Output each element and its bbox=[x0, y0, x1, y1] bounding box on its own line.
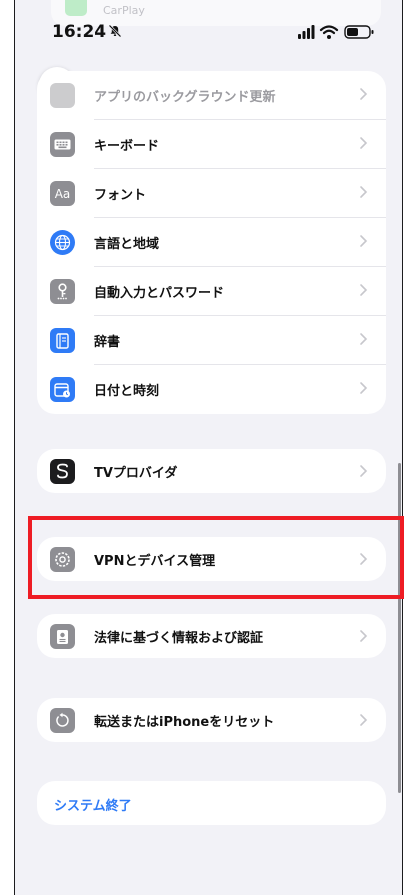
list-item-date-time[interactable]: 日付と時刻 bbox=[37, 365, 386, 414]
chevron-right-icon bbox=[360, 630, 368, 642]
legal-document-icon bbox=[50, 624, 75, 649]
font-icon: Aa bbox=[50, 181, 75, 206]
shut-down-label: システム終了 bbox=[54, 799, 132, 814]
list-item-label: 自動入力とパスワード bbox=[94, 286, 225, 301]
list-item-label: アプリのバックグラウンド更新 bbox=[94, 90, 276, 105]
scrollbar[interactable] bbox=[398, 463, 401, 793]
list-item-dictionary[interactable]: 辞書 bbox=[37, 316, 386, 365]
book-icon bbox=[50, 328, 75, 353]
bell-slash-icon bbox=[108, 24, 122, 38]
list-item-fonts[interactable]: Aa フォント bbox=[37, 169, 386, 218]
list-item-label: キーボード bbox=[94, 139, 160, 154]
chevron-right-icon bbox=[360, 235, 368, 247]
phone-screen: CarPlay 16:24 アプリのバックグラウンド更新 キーボード Aa フォ… bbox=[14, 0, 403, 895]
cellular-signal-icon bbox=[298, 25, 315, 39]
calendar-clock-icon bbox=[50, 377, 75, 402]
shut-down-button[interactable]: システム終了 bbox=[37, 781, 386, 825]
list-item-tv-provider[interactable]: TVプロバイダ bbox=[37, 449, 386, 493]
list-item-language-region[interactable]: 言語と地域 bbox=[37, 218, 386, 267]
keyboard-icon bbox=[50, 132, 75, 157]
chevron-right-icon bbox=[360, 382, 368, 394]
refresh-icon bbox=[50, 83, 75, 108]
list-item-label: 転送またはiPhoneをリセット bbox=[94, 715, 275, 730]
chevron-right-icon bbox=[360, 88, 368, 100]
list-item-label: 辞書 bbox=[94, 335, 121, 350]
chevron-right-icon bbox=[360, 714, 368, 726]
tv-provider-icon bbox=[50, 459, 75, 484]
chevron-right-icon bbox=[360, 333, 368, 345]
wifi-icon bbox=[319, 25, 339, 39]
settings-group-main: アプリのバックグラウンド更新 キーボード Aa フォント 言語と地域 自動入力と… bbox=[37, 71, 386, 414]
key-icon bbox=[50, 279, 75, 304]
list-item-autofill-passwords[interactable]: 自動入力とパスワード bbox=[37, 267, 386, 316]
list-item-background-refresh[interactable]: アプリのバックグラウンド更新 bbox=[37, 71, 386, 120]
font-icon-text: Aa bbox=[54, 186, 71, 201]
status-icons bbox=[298, 25, 374, 39]
chevron-right-icon bbox=[360, 465, 368, 477]
chevron-right-icon bbox=[360, 186, 368, 198]
settings-group-tv-provider: TVプロバイダ bbox=[37, 449, 386, 493]
highlight-annotation-box bbox=[28, 516, 404, 599]
list-item-label: 言語と地域 bbox=[94, 237, 160, 252]
reset-icon bbox=[50, 708, 75, 733]
settings-group-legal: 法律に基づく情報および認証 bbox=[37, 614, 386, 658]
status-time: 16:24 bbox=[52, 22, 107, 42]
globe-icon bbox=[50, 230, 75, 255]
chevron-right-icon bbox=[360, 284, 368, 296]
list-item-label: 法律に基づく情報および認証 bbox=[94, 631, 264, 646]
list-item-label: フォント bbox=[94, 188, 147, 203]
list-item-keyboard[interactable]: キーボード bbox=[37, 120, 386, 169]
settings-group-shutdown: システム終了 bbox=[37, 781, 386, 825]
list-item-label: TVプロバイダ bbox=[94, 466, 178, 481]
settings-group-reset: 転送またはiPhoneをリセット bbox=[37, 698, 386, 742]
list-item-transfer-reset[interactable]: 転送またはiPhoneをリセット bbox=[37, 698, 386, 742]
battery-icon bbox=[344, 25, 374, 39]
list-item-legal-certification[interactable]: 法律に基づく情報および認証 bbox=[37, 614, 386, 658]
chevron-right-icon bbox=[360, 137, 368, 149]
status-bar: 16:24 bbox=[15, 0, 402, 62]
list-item-label: 日付と時刻 bbox=[94, 384, 160, 399]
